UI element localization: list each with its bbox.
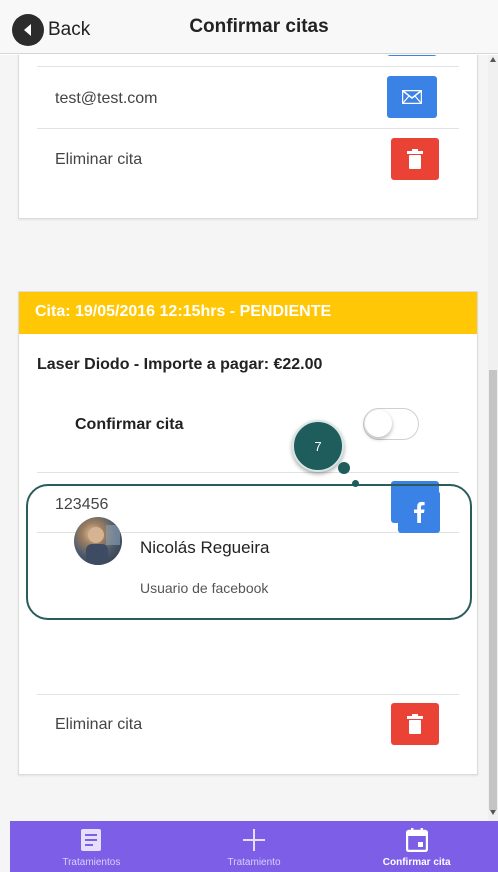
scrollbar[interactable] — [488, 55, 498, 821]
tab-confirmar-cita[interactable]: Confirmar cita — [335, 821, 498, 872]
appointments-scroll-area[interactable]: test@test.com Eliminar cita Cita: 19/05/… — [0, 55, 498, 821]
tab-label: Tratamiento — [227, 857, 281, 868]
envelope-icon — [402, 90, 422, 104]
tab-tratamiento[interactable]: Tratamiento — [173, 821, 336, 872]
confirm-appointment-toggle[interactable] — [363, 408, 419, 440]
calendar-icon — [405, 827, 429, 853]
badge-tail-dot — [352, 480, 359, 487]
delete-appointment-button[interactable] — [391, 703, 439, 745]
email-button[interactable] — [387, 76, 437, 118]
tab-label: Confirmar cita — [382, 857, 451, 868]
scroll-down-icon[interactable] — [490, 810, 496, 815]
user-subtitle: Usuario de facebook — [140, 580, 269, 596]
badge-tail-dot — [338, 462, 350, 474]
appointment-header: Cita: 19/05/2016 12:15hrs - PENDIENTE — [19, 292, 477, 334]
tab-tratamientos[interactable]: Tratamientos — [10, 821, 173, 872]
list-icon — [79, 827, 103, 853]
appointment-card: test@test.com Eliminar cita — [18, 55, 478, 219]
trash-icon — [407, 714, 423, 734]
divider — [37, 66, 459, 67]
divider — [37, 694, 459, 695]
facebook-icon — [414, 501, 425, 523]
facebook-button[interactable] — [398, 491, 440, 533]
plus-icon — [242, 827, 266, 853]
delete-appointment-label: Eliminar cita — [55, 151, 143, 168]
scrollbar-thumb[interactable] — [489, 370, 497, 810]
treatment-price-text: Laser Diodo - Importe a pagar: €22.00 — [37, 356, 323, 373]
bottom-tab-bar: Tratamientos Tratamiento Confirmar cita — [10, 821, 498, 872]
partial-action-button[interactable] — [387, 55, 437, 56]
trash-icon — [407, 149, 423, 169]
nav-left-gap — [0, 821, 10, 872]
scroll-up-icon[interactable] — [490, 57, 496, 62]
delete-appointment-button[interactable] — [391, 138, 439, 180]
divider — [37, 472, 459, 473]
avatar — [74, 517, 122, 565]
step-badge: 7 — [292, 420, 344, 472]
page-title: Confirmar citas — [189, 16, 329, 37]
user-name: Nicolás Regueira — [140, 538, 270, 557]
toggle-knob — [365, 410, 392, 437]
delete-appointment-label: Eliminar cita — [55, 716, 143, 733]
top-navbar: Back Confirmar citas — [0, 0, 498, 54]
divider — [37, 128, 459, 129]
email-text: test@test.com — [55, 90, 158, 107]
tab-label: Tratamientos — [62, 857, 121, 868]
confirm-label: Confirmar cita — [75, 416, 184, 433]
